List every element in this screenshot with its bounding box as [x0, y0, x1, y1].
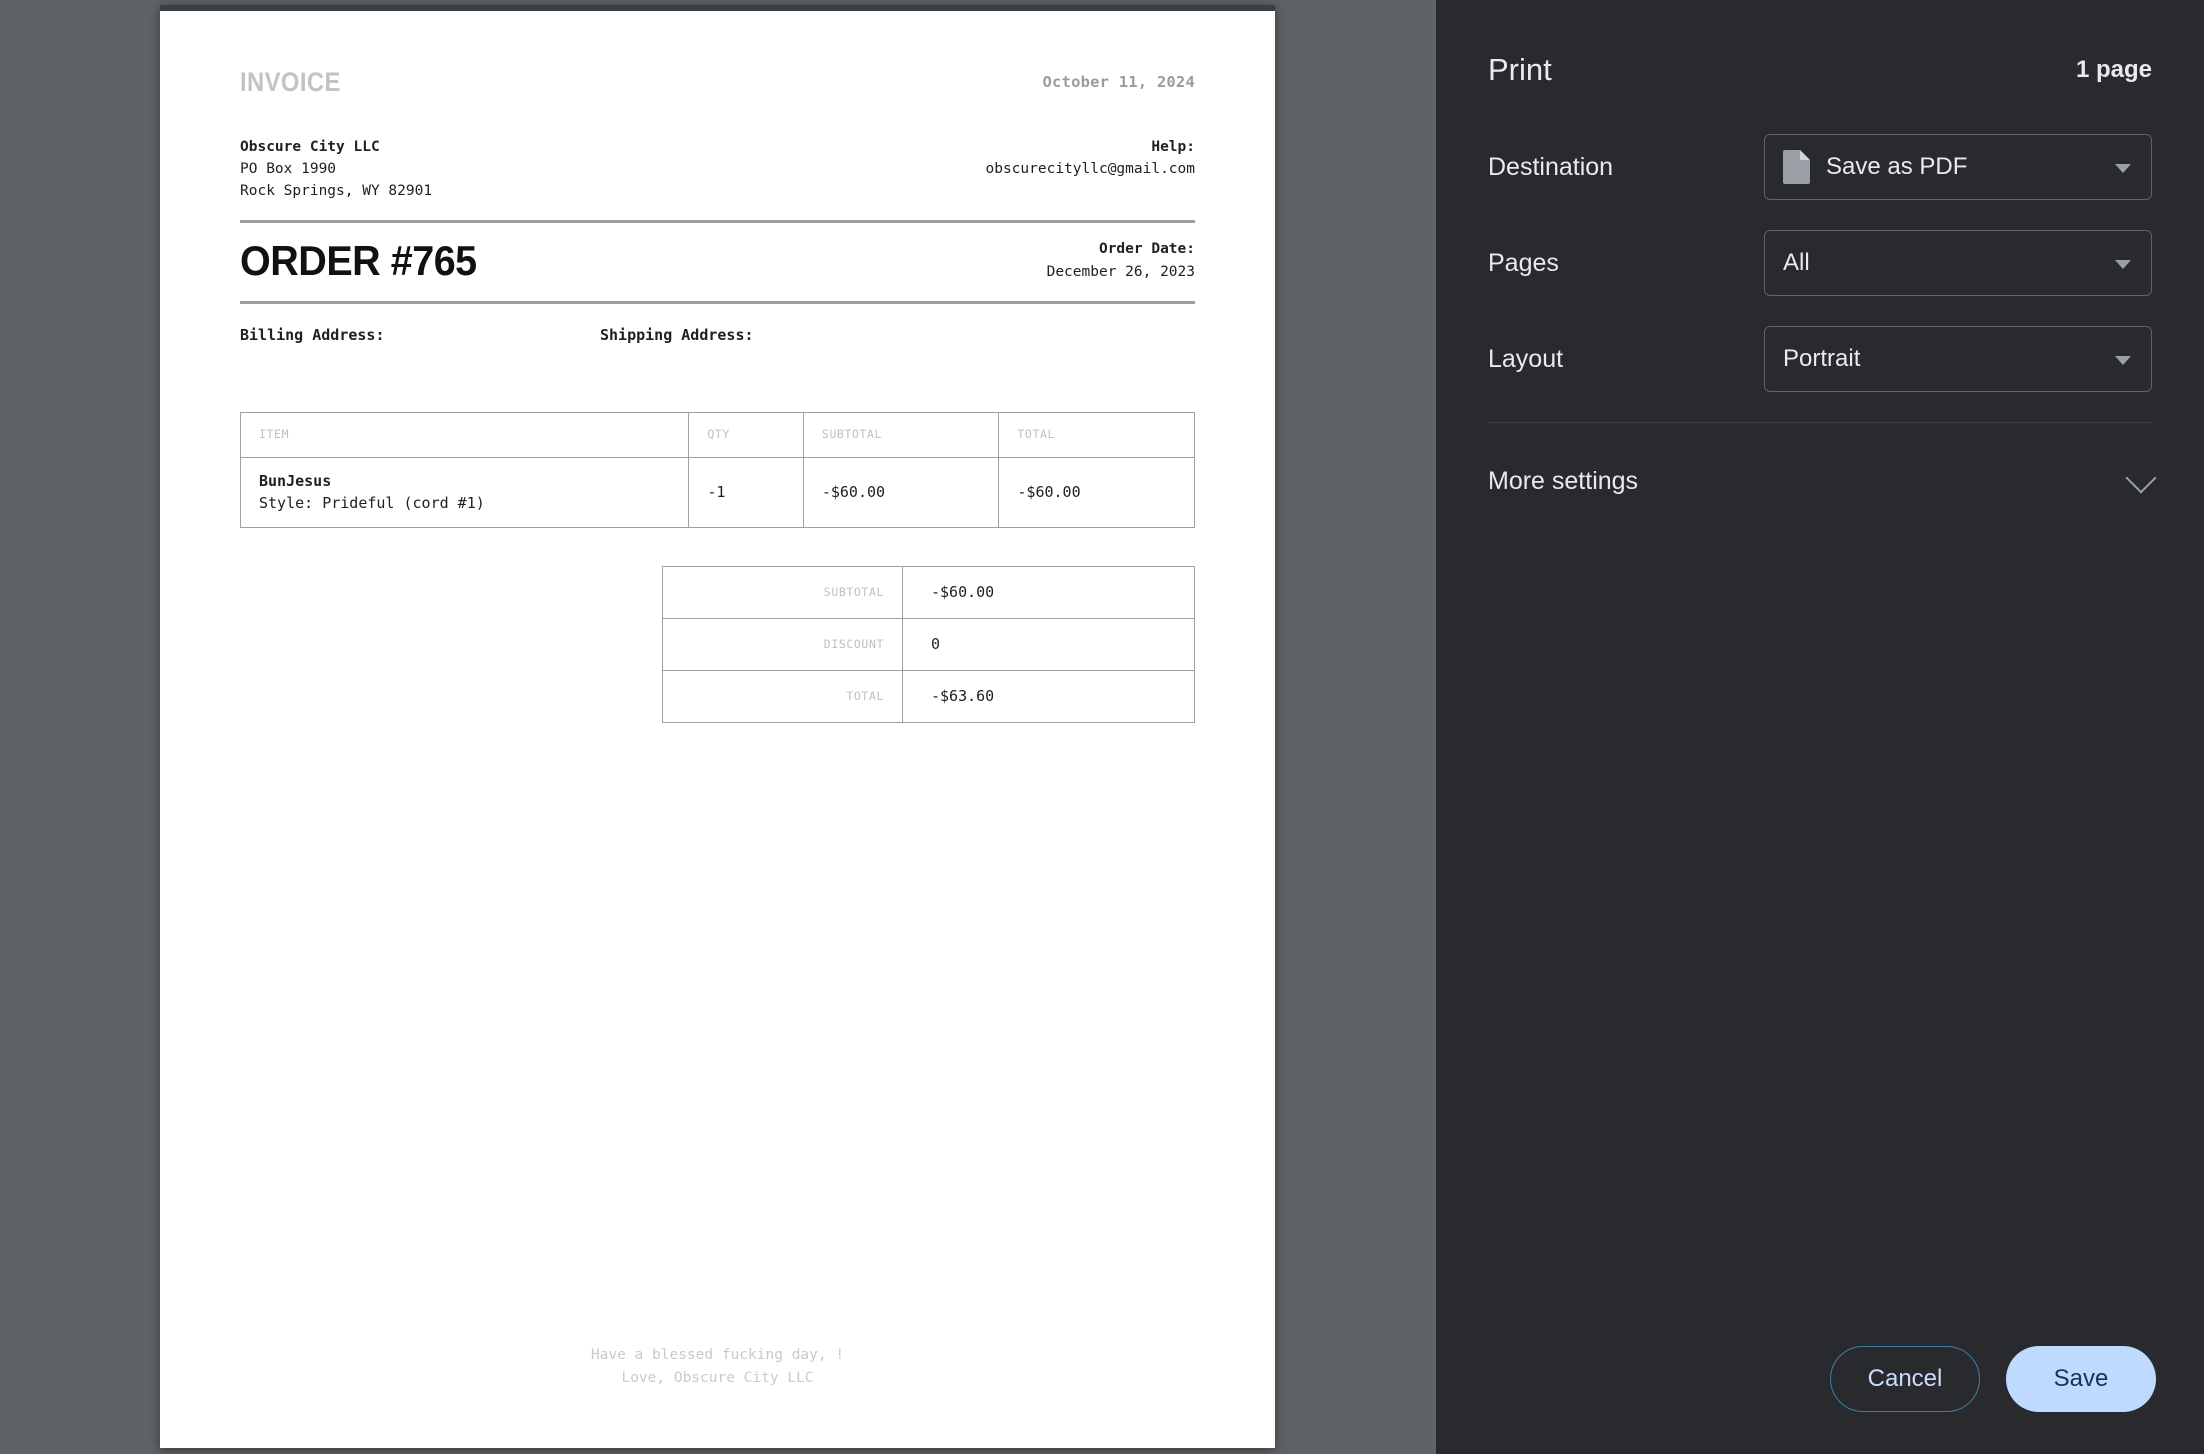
totals-label-total: TOTAL	[662, 669, 903, 723]
order-date-block: Order Date: December 26, 2023	[1047, 238, 1195, 283]
items-header-item: ITEM	[239, 411, 690, 458]
totals-table: SUBTOTAL -$60.00 DISCOUNT 0 TOTAL -$63.6…	[662, 565, 1195, 723]
more-settings-label: More settings	[1488, 467, 1639, 495]
pages-row: Pages All	[1488, 230, 2152, 296]
print-dialog-panel: Print 1 page Destination Save as PDF Pag…	[1436, 0, 2204, 1454]
pages-value: All	[1783, 249, 1810, 276]
destination-value: Save as PDF	[1826, 153, 1968, 180]
pages-select[interactable]: All	[1764, 230, 2152, 296]
invoice-page: INVOICE October 11, 2024 Obscure City LL…	[160, 5, 1275, 1448]
order-date-value: December 26, 2023	[1046, 263, 1195, 280]
layout-value: Portrait	[1783, 345, 1861, 372]
chevron-down-icon	[2115, 356, 2131, 365]
totals-value-subtotal: -$60.00	[902, 565, 1195, 619]
items-header-qty: QTY	[688, 411, 804, 458]
totals-label-subtotal: SUBTOTAL	[662, 565, 903, 619]
destination-select[interactable]: Save as PDF	[1764, 134, 2152, 200]
footer-line-1: Have a blessed fucking day, !	[590, 1346, 845, 1363]
shipping-address-label: Shipping Address:	[600, 325, 754, 344]
invoice-footer: Have a blessed fucking day, ! Love, Obsc…	[160, 1344, 1275, 1390]
item-style: Style: Prideful (cord #1)	[259, 494, 485, 513]
items-header-total: TOTAL	[998, 411, 1195, 458]
footer-line-2: Love, Obscure City LLC	[621, 1369, 814, 1386]
chevron-down-icon	[2125, 461, 2157, 494]
table-row: DISCOUNT 0	[662, 617, 1195, 671]
table-row: TOTAL -$63.60	[662, 669, 1195, 723]
layout-row: Layout Portrait	[1488, 326, 2152, 392]
invoice-header: INVOICE October 11, 2024	[240, 67, 1195, 98]
destination-label: Destination	[1488, 152, 1614, 181]
item-qty: -1	[688, 456, 804, 528]
business-address-line-1: PO Box 1990	[240, 161, 337, 178]
invoice-issue-date: October 11, 2024	[1042, 73, 1195, 91]
pdf-document-icon	[1783, 150, 1810, 184]
table-row: BunJesus Style: Prideful (cord #1) -1 -$…	[239, 456, 1195, 528]
order-date-label: Order Date:	[1098, 241, 1195, 258]
destination-row: Destination Save as PDF	[1488, 134, 2152, 200]
business-name: Obscure City LLC	[240, 139, 380, 155]
more-settings-toggle[interactable]: More settings	[1436, 423, 2204, 496]
dialog-actions: Cancel Save	[1830, 1346, 2156, 1412]
table-row: SUBTOTAL -$60.00	[662, 565, 1195, 619]
items-table: ITEM QTY SUBTOTAL TOTAL BunJesus Style: …	[239, 411, 1195, 528]
help-block: Help: obscurecityllc@gmail.com	[985, 136, 1195, 180]
print-dialog-header: Print 1 page	[1436, 0, 2204, 88]
business-contact-row: Obscure City LLC PO Box 1990 Rock Spring…	[240, 136, 1195, 220]
cancel-button[interactable]: Cancel	[1830, 1346, 1980, 1412]
business-address-line-2: Rock Springs, WY 82901	[240, 183, 433, 200]
save-button[interactable]: Save	[2006, 1346, 2156, 1412]
items-table-header-row: ITEM QTY SUBTOTAL TOTAL	[239, 411, 1195, 458]
item-total: -$60.00	[998, 456, 1195, 528]
layout-select[interactable]: Portrait	[1764, 326, 2152, 392]
address-row: Billing Address: Shipping Address:	[240, 326, 1195, 412]
chevron-down-icon	[2115, 260, 2131, 269]
print-settings-list: Destination Save as PDF Pages All Layout…	[1436, 88, 2204, 423]
billing-address-label: Billing Address:	[240, 325, 385, 344]
pages-label: Pages	[1488, 248, 1559, 277]
business-block: Obscure City LLC PO Box 1990 Rock Spring…	[240, 136, 432, 203]
item-subtotal: -$60.00	[802, 456, 1000, 528]
chevron-down-icon	[2115, 164, 2131, 173]
items-header-subtotal: SUBTOTAL	[802, 411, 1000, 458]
totals-value-total: -$63.60	[902, 669, 1195, 723]
invoice-label: INVOICE	[240, 67, 341, 97]
layout-label: Layout	[1488, 344, 1564, 373]
page-title: Print	[1488, 52, 1552, 87]
page-count: 1 page	[2075, 56, 2152, 83]
totals-section: SUBTOTAL -$60.00 DISCOUNT 0 TOTAL -$63.6…	[240, 565, 1195, 723]
totals-label-discount: DISCOUNT	[662, 617, 903, 671]
print-preview-area: INVOICE October 11, 2024 Obscure City LL…	[0, 0, 1436, 1454]
item-description-cell: BunJesus Style: Prideful (cord #1)	[239, 456, 690, 528]
order-number: ORDER #765	[240, 236, 477, 284]
help-email: obscurecityllc@gmail.com	[985, 161, 1195, 178]
order-row: ORDER #765 Order Date: December 26, 2023	[240, 223, 1195, 304]
totals-value-discount: 0	[902, 617, 1195, 671]
help-label: Help:	[1151, 139, 1195, 155]
item-name: BunJesus	[259, 471, 332, 490]
